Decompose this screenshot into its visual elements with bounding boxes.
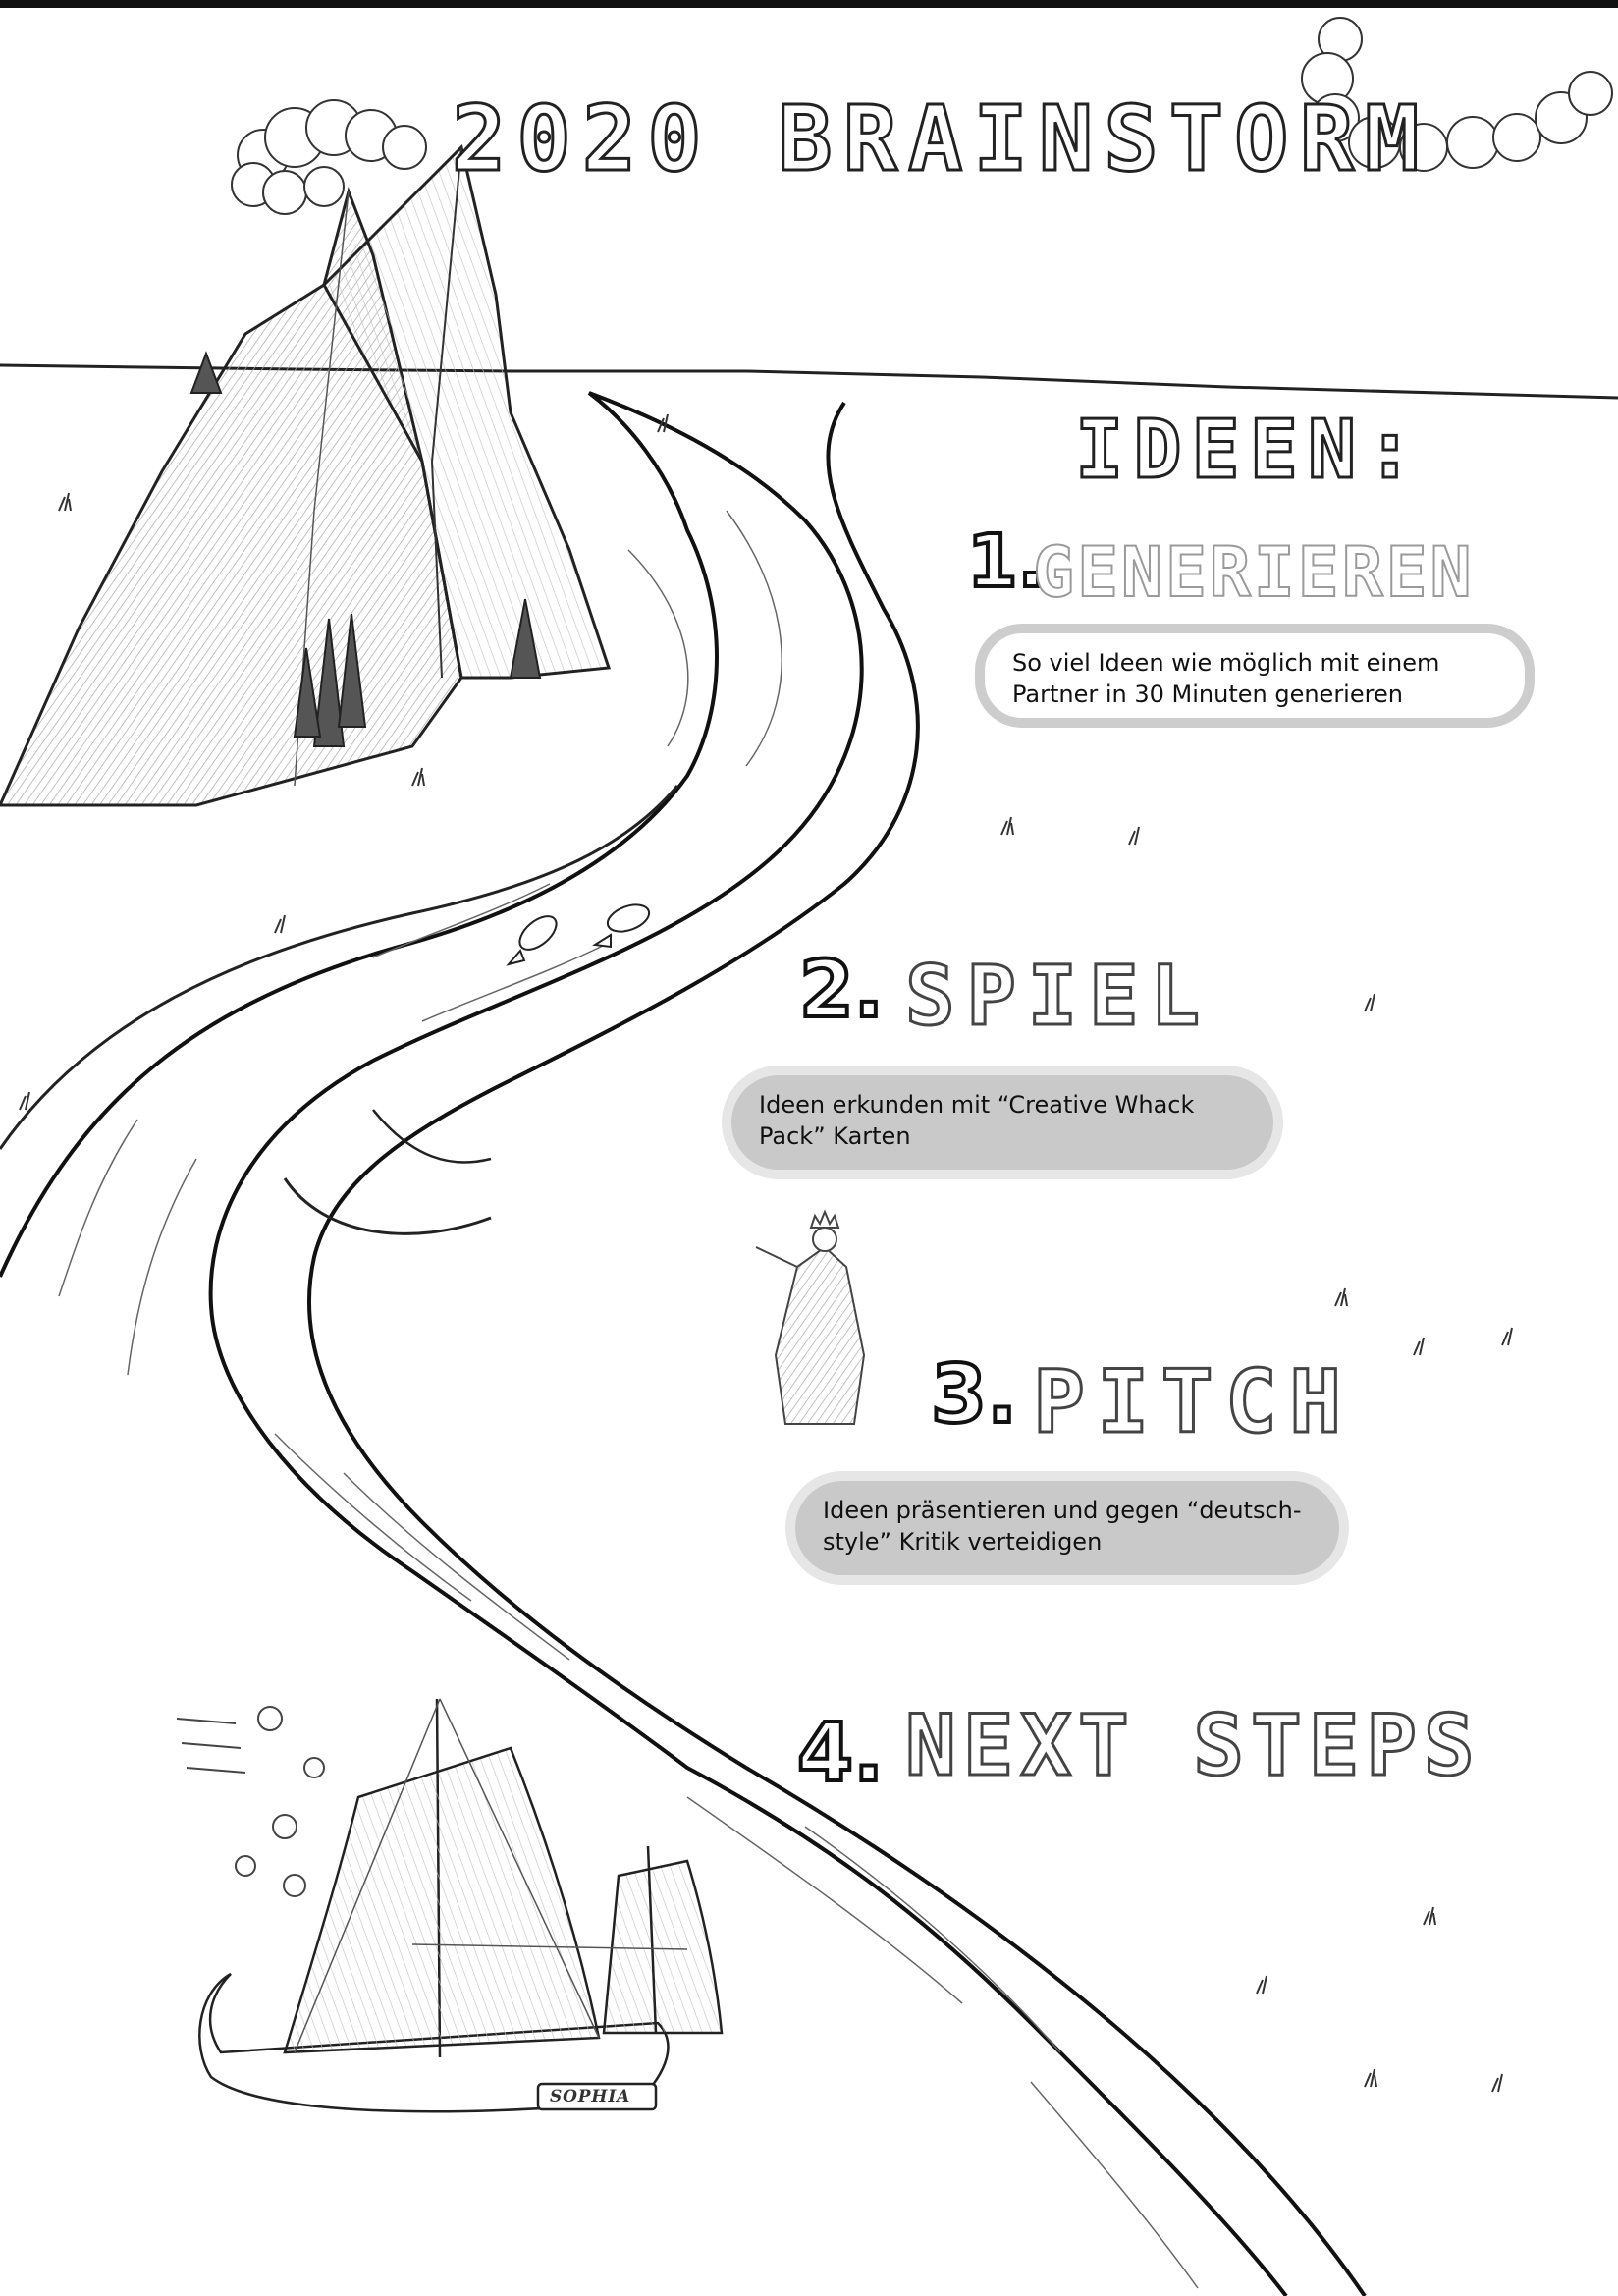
ideas-heading: IDEEN: xyxy=(1073,404,1425,497)
step-1-description: So viel Ideen wie möglich mit einem Part… xyxy=(975,624,1535,728)
step-2-number: 2. xyxy=(797,944,886,1035)
poster-title: 2020 BRAINSTORM xyxy=(450,86,1430,191)
step-4-number: 4. xyxy=(795,1707,886,1800)
step-2-description: Ideen erkunden mit “Creative Whack Pack”… xyxy=(731,1075,1273,1170)
step-2-title: SPIEL xyxy=(904,948,1212,1044)
step-4-title: NEXT STEPS xyxy=(904,1697,1482,1795)
wind-swirls xyxy=(176,1706,325,1897)
step-1-title: GENERIEREN xyxy=(1032,532,1475,613)
step-3-title: PITCH xyxy=(1032,1351,1354,1452)
step-3-description: Ideen präsentieren und gegen “deutsch-st… xyxy=(795,1481,1339,1575)
king-figure xyxy=(755,1209,866,1425)
poster: 2020 BRAINSTORM IDEEN: 1. GENERIEREN So … xyxy=(0,0,1618,2296)
step-3-number: 3. xyxy=(929,1348,1019,1442)
ship-name-label: SOPHIA xyxy=(550,2087,631,2106)
sailing-ship xyxy=(198,1698,724,2113)
fish-sketch xyxy=(506,903,651,966)
cloud-left xyxy=(231,99,427,215)
